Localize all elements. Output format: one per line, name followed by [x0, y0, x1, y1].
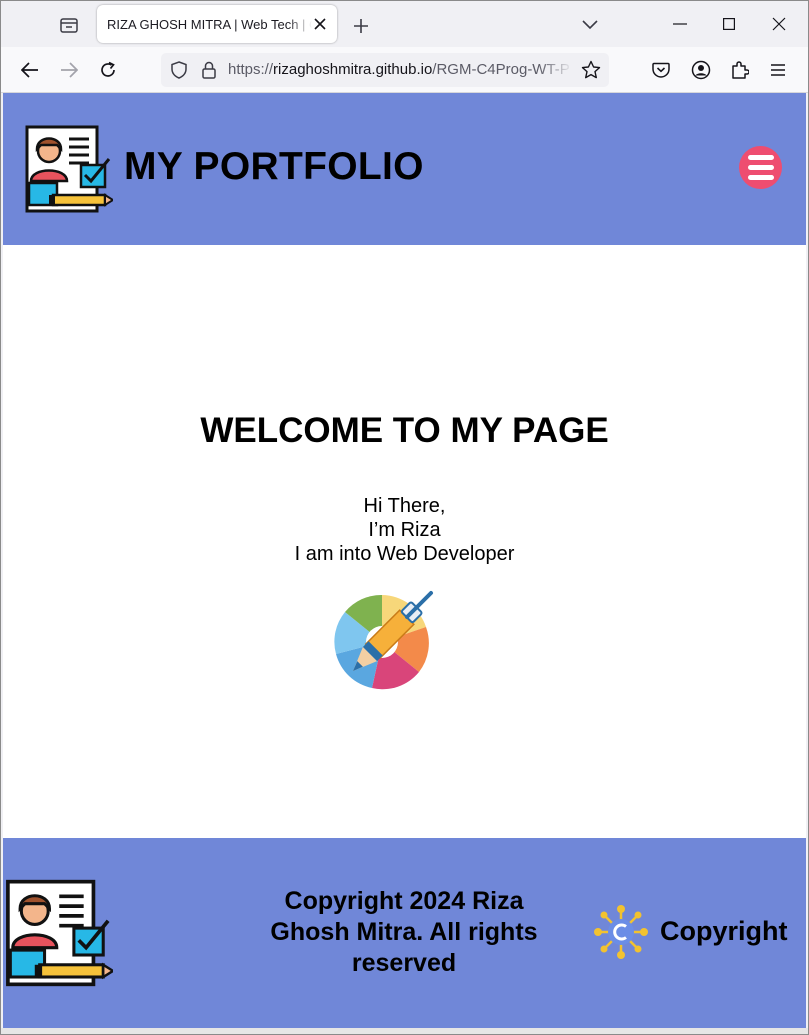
url-bar[interactable]: https://rizaghoshmitra.github.io/RGM-C4P…: [161, 53, 609, 87]
site-title: MY PORTFOLIO: [124, 145, 424, 188]
window-bottom-edge: [1, 1028, 808, 1034]
page-content: MY PORTFOLIO WELCOME TO MY PAGE Hi There…: [3, 93, 806, 1034]
menu-button[interactable]: [739, 146, 782, 189]
role-line: I am into Web Developer: [294, 543, 515, 565]
forward-icon[interactable]: [54, 55, 84, 85]
greeting-line: Hi There,: [363, 495, 446, 517]
pocket-icon[interactable]: [646, 55, 676, 85]
active-tab[interactable]: RIZA GHOSH MITRA | Web Tech | C4Prog: [97, 5, 337, 43]
hamburger-icon[interactable]: [763, 55, 793, 85]
minimize-icon[interactable]: [660, 9, 700, 39]
chevron-down-icon[interactable]: [577, 13, 603, 37]
tab-strip: RIZA GHOSH MITRA | Web Tech | C4Prog: [1, 1, 808, 47]
site-footer: Copyright 2024 Riza Ghosh Mitra. All rig…: [3, 838, 806, 1034]
welcome-heading: WELCOME TO MY PAGE: [200, 411, 609, 450]
copyright-label: Copyright: [660, 916, 788, 946]
menu-bar-icon: [747, 175, 774, 180]
intro-text: Hi There, I’m Riza I am into Web Develop…: [3, 494, 806, 566]
browser-window: RIZA GHOSH MITRA | Web Tech | C4Prog: [0, 0, 809, 1035]
close-icon[interactable]: [311, 15, 329, 33]
copyright-icon: [594, 905, 648, 959]
site-header: MY PORTFOLIO: [3, 93, 806, 245]
star-icon[interactable]: [581, 60, 601, 80]
account-icon[interactable]: [686, 55, 716, 85]
design-pen-icon: [334, 591, 433, 690]
portfolio-logo-icon: [6, 879, 113, 987]
url-text[interactable]: https://rizaghoshmitra.github.io/RGM-C4P…: [228, 61, 573, 78]
portfolio-logo-icon: [25, 125, 113, 213]
maximize-icon[interactable]: [709, 9, 749, 39]
copyright-text: Copyright 2024 Riza Ghosh Mitra. All rig…: [270, 887, 538, 977]
navigation-bar: https://rizaghoshmitra.github.io/RGM-C4P…: [1, 47, 808, 93]
back-icon[interactable]: [15, 55, 45, 85]
plus-icon[interactable]: [348, 13, 374, 39]
extensions-icon[interactable]: [725, 55, 755, 85]
window-close-icon[interactable]: [759, 9, 799, 39]
name-line: I’m Riza: [368, 519, 441, 541]
menu-bar-icon: [747, 165, 774, 170]
tab-title: RIZA GHOSH MITRA | Web Tech | C4Prog: [107, 16, 312, 32]
lock-icon[interactable]: [199, 60, 219, 80]
tab-list-icon[interactable]: [53, 11, 85, 39]
reload-icon[interactable]: [93, 55, 123, 85]
shield-icon[interactable]: [169, 60, 189, 80]
menu-bar-icon: [747, 155, 774, 160]
